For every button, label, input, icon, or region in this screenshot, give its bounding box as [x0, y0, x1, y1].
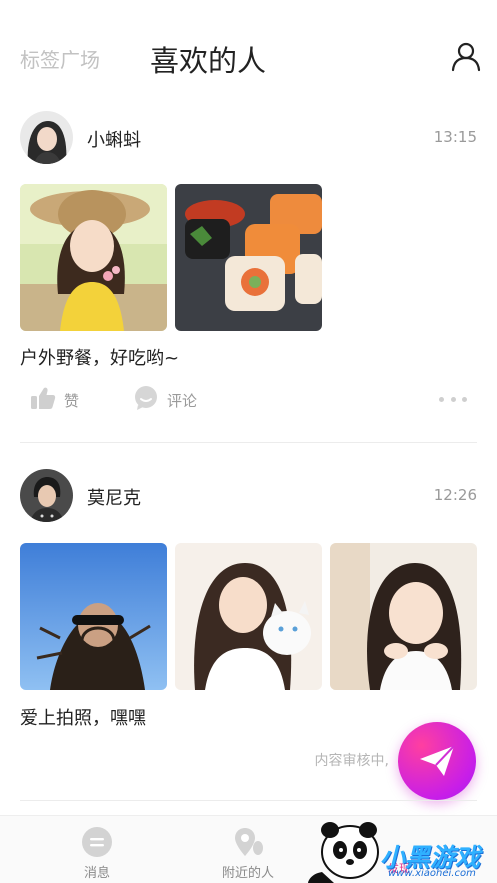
post-caption: 爱上拍照，嘿嘿 — [20, 708, 146, 729]
more-options-icon[interactable] — [439, 397, 467, 403]
tab-messages[interactable]: 消息 — [37, 816, 157, 883]
tab-label: 消息 — [83, 866, 110, 881]
comment-label: 评论 — [167, 391, 198, 410]
post-photo-girl-smiling[interactable] — [330, 543, 477, 690]
post-divider — [20, 442, 477, 443]
profile-icon[interactable] — [450, 40, 482, 72]
comment-button[interactable]: 评论 — [133, 384, 197, 416]
message-icon — [81, 826, 113, 858]
post-username[interactable]: 小蝌蚪 — [87, 126, 141, 152]
tab-liked-people[interactable]: 喜欢的人 — [150, 38, 266, 80]
location-icon — [232, 826, 264, 858]
tab-tag-square[interactable]: 标签广场 — [20, 44, 100, 73]
like-label: 赞 — [64, 391, 80, 410]
thumbs-up-icon — [30, 386, 56, 414]
avatar[interactable] — [20, 111, 73, 164]
tab-label: 附近的人 — [221, 866, 274, 881]
post-username[interactable]: 莫尼克 — [87, 484, 141, 510]
top-header: 标签广场 喜欢的人 — [0, 0, 497, 100]
post-photo-girl-with-cat[interactable] — [175, 543, 322, 690]
post-caption: 户外野餐，好吃哟~ — [20, 348, 180, 369]
post-compose-button[interactable] — [398, 722, 476, 800]
watermark-url: www.xiaohei.com — [388, 868, 476, 879]
post-actions: 赞 评论 — [0, 384, 497, 416]
post-photo-picnic-girl[interactable] — [20, 184, 167, 331]
post-timestamp: 13:15 — [433, 128, 477, 146]
bottom-divider — [20, 800, 477, 801]
review-status-note: 内容审核中, — [314, 753, 389, 769]
paper-plane-icon — [418, 744, 456, 782]
post-timestamp: 12:26 — [433, 486, 477, 504]
tab-nearby-people[interactable]: 附近的人 — [188, 816, 308, 883]
feed-post: 小蝌蚪 13:15 户外野餐，好吃哟~ 赞 评论 — [0, 108, 497, 444]
post-photo-sushi[interactable] — [175, 184, 322, 331]
post-photo-sky-selfie[interactable] — [20, 543, 167, 690]
comment-bubble-icon — [133, 385, 159, 415]
like-button[interactable]: 赞 — [30, 384, 79, 416]
avatar[interactable] — [20, 469, 73, 522]
